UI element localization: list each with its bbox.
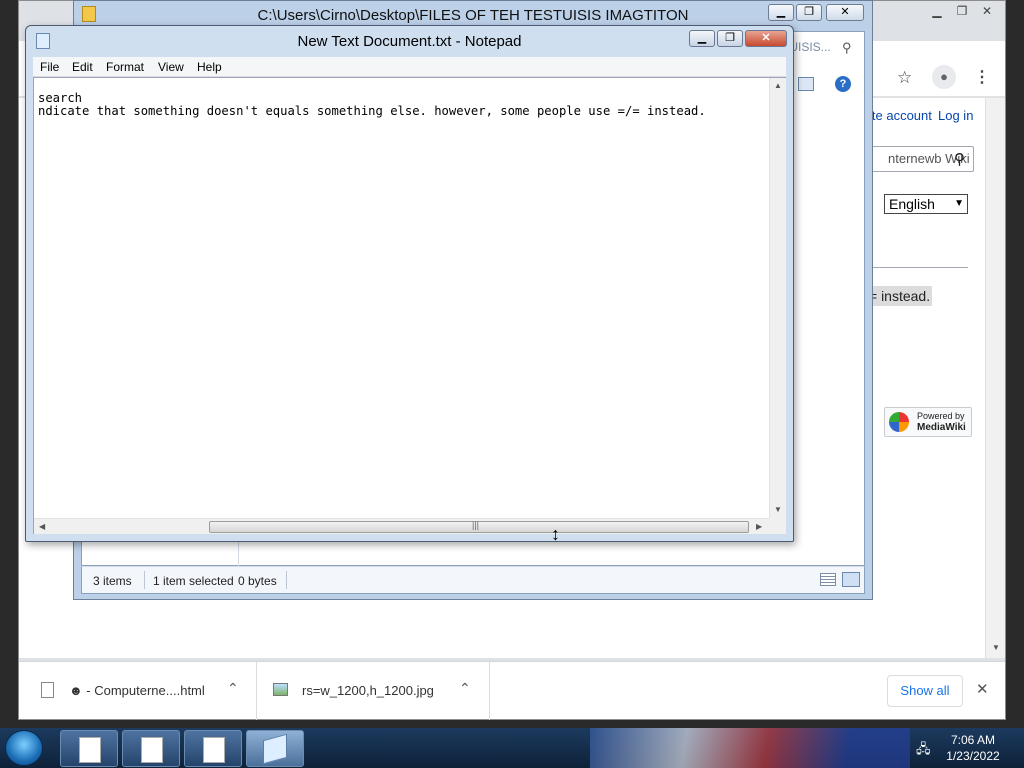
preview-pane-icon[interactable] — [798, 77, 814, 91]
notepad-vertical-scrollbar[interactable]: ▲ ▼ — [769, 78, 786, 518]
status-selected-size: 0 bytes — [238, 574, 277, 588]
system-clock[interactable]: 7:06 AM 1/23/2022 — [940, 732, 1006, 764]
notepad-close-button[interactable]: ✕ — [745, 30, 787, 47]
taskbar-button[interactable] — [184, 730, 242, 767]
document-icon — [141, 737, 163, 763]
taskbar-button[interactable] — [122, 730, 180, 767]
download-file-name: rs=w_1200,h_1200.jpg — [302, 683, 434, 698]
highlighted-text: = instead. — [867, 286, 933, 306]
powered-by-label: Powered by — [917, 411, 965, 421]
download-file-name: ☻ - Computerne....html — [69, 683, 205, 698]
browser-close-button[interactable]: ✕ — [977, 3, 997, 19]
clock-time: 7:06 AM — [950, 733, 996, 747]
notepad-text-area[interactable]: search ndicate that something doesn't eq… — [33, 77, 786, 534]
chevron-up-icon[interactable]: ⌃ — [227, 680, 239, 697]
download-item[interactable]: ☻ - Computerne....html ⌃ — [19, 662, 257, 720]
scroll-up-icon[interactable]: ▲ — [774, 81, 782, 90]
menu-file[interactable]: File — [40, 60, 59, 74]
chevron-down-icon: ▼ — [954, 198, 964, 209]
browser-minimize-button[interactable]: ▁ — [927, 3, 947, 19]
powered-by-mediawiki-badge[interactable]: Powered by MediaWiki — [884, 407, 972, 437]
language-select[interactable]: English ▼ — [884, 194, 968, 214]
download-bar: ☻ - Computerne....html ⌃ rs=w_1200,h_120… — [19, 661, 1005, 720]
start-button[interactable] — [5, 730, 43, 766]
document-icon — [79, 737, 101, 763]
notepad-maximize-button[interactable]: ❐ — [717, 30, 743, 47]
image-file-icon — [273, 683, 288, 696]
close-download-bar-icon[interactable]: ✕ — [976, 680, 989, 698]
create-account-link[interactable]: ite account — [869, 108, 932, 123]
notepad-menu-bar: File Edit Format View Help — [33, 57, 786, 77]
network-icon[interactable]: 🖧 — [916, 740, 931, 762]
bookmark-star-icon[interactable]: ☆ — [897, 68, 912, 88]
large-icons-view-icon[interactable] — [842, 572, 860, 587]
notepad-window-title: New Text Document.txt - Notepad — [297, 33, 522, 50]
explorer-window-title: C:\Users\Cirno\Desktop\FILES OF TEH TEST… — [257, 7, 689, 24]
search-icon[interactable]: ⚲ — [842, 40, 852, 56]
download-item[interactable]: rs=w_1200,h_1200.jpg ⌃ — [257, 662, 490, 720]
language-selected-value: English — [889, 196, 935, 212]
status-item-count: 3 items — [93, 574, 132, 588]
scrollbar-corner — [769, 518, 786, 534]
notepad-minimize-button[interactable]: ▁ — [689, 30, 715, 47]
menu-format[interactable]: Format — [106, 60, 144, 74]
scroll-right-icon[interactable]: ▶ — [756, 522, 762, 531]
horizontal-scroll-thumb[interactable]: ||| — [209, 520, 749, 533]
clock-date: 1/23/2022 — [946, 749, 1000, 763]
wallpaper-strip — [590, 728, 910, 768]
search-icon[interactable]: ⚲ — [954, 150, 965, 168]
chevron-up-icon[interactable]: ⌃ — [459, 680, 471, 697]
log-in-link[interactable]: Log in — [938, 108, 973, 123]
file-icon — [41, 682, 54, 698]
show-all-downloads-button[interactable]: Show all — [887, 675, 963, 707]
profile-avatar-icon[interactable]: ● — [932, 65, 956, 89]
taskbar-button[interactable] — [60, 730, 118, 767]
mediawiki-logo-icon — [889, 412, 909, 432]
divider — [871, 267, 968, 268]
folder-icon — [82, 6, 96, 22]
document-icon — [203, 737, 225, 763]
notepad-window: New Text Document.txt - Notepad ▁ ❐ ✕ Fi… — [25, 25, 794, 542]
notepad-icon — [263, 733, 287, 765]
details-view-icon[interactable] — [820, 573, 836, 586]
explorer-status-bar: 3 items 1 item selected 0 bytes — [81, 566, 865, 594]
explorer-maximize-button[interactable]: ❐ — [796, 4, 822, 21]
status-selected-count: 1 item selected — [153, 574, 234, 588]
help-icon[interactable]: ? — [835, 76, 851, 92]
resize-cursor-icon: ↕ — [551, 524, 560, 544]
browser-maximize-button[interactable]: ❐ — [952, 3, 972, 19]
menu-help[interactable]: Help — [197, 60, 222, 74]
mediawiki-label: MediaWiki — [917, 422, 966, 433]
menu-view[interactable]: View — [158, 60, 184, 74]
explorer-close-button[interactable]: ✕ — [826, 4, 864, 21]
browser-vertical-scrollbar[interactable]: ▼ — [985, 98, 1005, 658]
scroll-left-icon[interactable]: ◀ — [39, 522, 45, 531]
menu-edit[interactable]: Edit — [72, 60, 93, 74]
notepad-horizontal-scrollbar[interactable]: ◀ ||| ▶ — [34, 518, 769, 534]
browser-menu-icon[interactable]: ⋮ — [974, 67, 990, 87]
notepad-text-line-2: ndicate that something doesn't equals so… — [38, 104, 706, 118]
taskbar-button-notepad[interactable] — [246, 730, 304, 767]
scroll-down-icon[interactable]: ▼ — [774, 505, 782, 514]
explorer-minimize-button[interactable]: ▁ — [768, 4, 794, 21]
